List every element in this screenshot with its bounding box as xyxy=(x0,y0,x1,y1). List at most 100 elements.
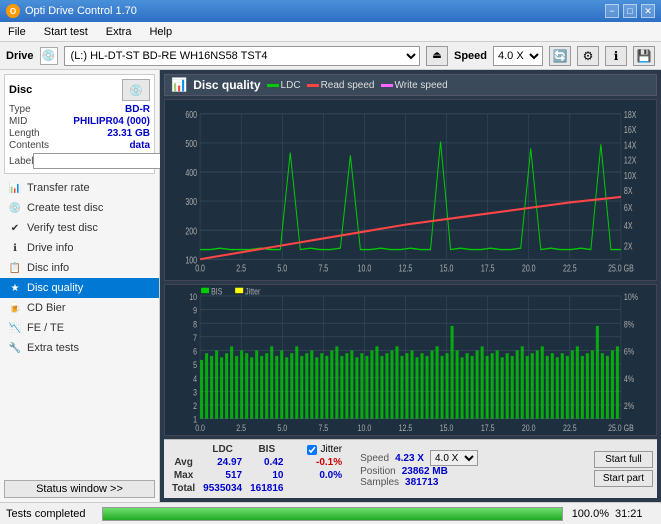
speed-info-area: Speed 4.23 X 4.0 X Position 23862 MB Sam… xyxy=(360,450,478,488)
sidebar-item-fe-te[interactable]: 📉 FE / TE xyxy=(0,318,159,338)
disc-icon-btn[interactable]: 💿 xyxy=(122,79,150,101)
bis-chart: BIS Jitter 10 9 8 7 6 5 4 3 2 1 10% 8% 6… xyxy=(164,284,657,436)
menu-start-test[interactable]: Start test xyxy=(40,25,92,39)
svg-text:15.0: 15.0 xyxy=(440,263,454,274)
ldc-chart: 600 500 400 300 200 100 18X 16X 14X 12X … xyxy=(164,99,657,281)
stats-table: LDC BIS Jitter Avg 24.97 0.42 -0. xyxy=(168,443,346,495)
ldc-label: LDC xyxy=(281,80,301,91)
svg-text:2.5: 2.5 xyxy=(236,263,246,274)
length-label: Length xyxy=(9,128,40,139)
svg-text:0.0: 0.0 xyxy=(195,263,205,274)
sidebar-item-create-test-disc[interactable]: 💿 Create test disc xyxy=(0,198,159,218)
speed-selector[interactable]: 4.0 X xyxy=(493,46,543,66)
nav-list: 📊 Transfer rate 💿 Create test disc ✔ Ver… xyxy=(0,178,159,476)
eject-button[interactable]: ⏏ xyxy=(426,46,448,66)
app-title: Opti Drive Control 1.70 xyxy=(25,5,137,17)
svg-text:12X: 12X xyxy=(624,155,637,166)
legend-ldc: LDC xyxy=(267,80,301,91)
create-test-disc-icon: 💿 xyxy=(8,201,22,215)
svg-text:16X: 16X xyxy=(624,124,637,135)
mid-value: PHILIPR04 (000) xyxy=(73,116,150,127)
mid-label: MID xyxy=(9,116,27,127)
progress-bar xyxy=(102,507,563,521)
svg-text:6: 6 xyxy=(193,345,197,356)
chart-header-icon: 📊 xyxy=(171,77,187,93)
cd-bier-icon: 🍺 xyxy=(8,301,22,315)
status-window-button[interactable]: Status window >> xyxy=(4,480,155,498)
type-label: Type xyxy=(9,104,31,115)
speed-row: Speed 4.23 X 4.0 X xyxy=(360,450,478,466)
disc-length-row: Length 23.31 GB xyxy=(9,128,150,139)
svg-text:5.0: 5.0 xyxy=(277,422,287,433)
settings-button[interactable]: ⚙ xyxy=(577,46,599,66)
sidebar: Disc 💿 Type BD-R MID PHILIPR04 (000) Len… xyxy=(0,70,160,502)
svg-text:10.0: 10.0 xyxy=(358,422,372,433)
label-input[interactable] xyxy=(33,153,167,169)
disc-label-row: Label ✏ xyxy=(9,153,150,169)
fe-te-icon: 📉 xyxy=(8,321,22,335)
svg-text:Jitter: Jitter xyxy=(245,285,260,296)
label-label: Label xyxy=(9,156,33,167)
svg-text:22.5: 22.5 xyxy=(563,422,577,433)
sidebar-item-drive-info[interactable]: ℹ Drive info xyxy=(0,238,159,258)
bis-chart-svg: BIS Jitter 10 9 8 7 6 5 4 3 2 1 10% 8% 6… xyxy=(165,285,656,435)
disc-title: Disc xyxy=(9,84,32,96)
sidebar-item-transfer-rate[interactable]: 📊 Transfer rate xyxy=(0,178,159,198)
svg-text:6%: 6% xyxy=(624,345,635,356)
svg-text:10: 10 xyxy=(189,291,197,302)
svg-text:5.0: 5.0 xyxy=(277,263,287,274)
length-value: 23.31 GB xyxy=(107,128,150,139)
sidebar-item-cd-bier[interactable]: 🍺 CD Bier xyxy=(0,298,159,318)
contents-value: data xyxy=(129,140,150,151)
sidebar-item-disc-quality[interactable]: ★ Disc quality xyxy=(0,278,159,298)
sidebar-item-extra-tests[interactable]: 🔧 Extra tests xyxy=(0,338,159,358)
svg-text:400: 400 xyxy=(185,167,197,178)
svg-text:10.0: 10.0 xyxy=(358,263,372,274)
max-jitter: 0.0% xyxy=(303,469,346,482)
samples-row: Samples 381713 xyxy=(360,477,478,488)
svg-text:18X: 18X xyxy=(624,109,637,120)
svg-text:25.0 GB: 25.0 GB xyxy=(608,263,634,274)
legend-read-speed: Read speed xyxy=(307,80,375,91)
menu-help[interactable]: Help xyxy=(145,25,176,39)
menu-file[interactable]: File xyxy=(4,25,30,39)
svg-text:2%: 2% xyxy=(624,400,635,411)
start-part-button[interactable]: Start part xyxy=(594,470,653,487)
maximize-button[interactable]: □ xyxy=(623,4,637,18)
svg-text:4X: 4X xyxy=(624,220,633,231)
drive-info-label: Drive info xyxy=(27,242,73,254)
menu-extra[interactable]: Extra xyxy=(102,25,136,39)
info-button[interactable]: ℹ xyxy=(605,46,627,66)
close-button[interactable]: ✕ xyxy=(641,4,655,18)
avg-row-label: Avg xyxy=(168,456,199,469)
drive-selector[interactable]: (L:) HL-DT-ST BD-RE WH16NS58 TST4 xyxy=(64,46,420,66)
extra-tests-icon: 🔧 xyxy=(8,341,22,355)
speed-stat-select[interactable]: 4.0 X xyxy=(430,450,478,466)
svg-text:7.5: 7.5 xyxy=(318,422,328,433)
extra-tests-label: Extra tests xyxy=(27,342,79,354)
disc-quality-label: Disc quality xyxy=(27,282,83,294)
disc-contents-row: Contents data xyxy=(9,140,150,151)
samples-value: 381713 xyxy=(405,477,438,488)
content-area: 📊 Disc quality LDC Read speed Write spee… xyxy=(160,70,661,502)
start-full-button[interactable]: Start full xyxy=(594,451,653,468)
max-row-label: Max xyxy=(168,469,199,482)
minimize-button[interactable]: − xyxy=(605,4,619,18)
disc-header: Disc 💿 xyxy=(9,79,150,101)
sidebar-item-verify-test-disc[interactable]: ✔ Verify test disc xyxy=(0,218,159,238)
svg-text:7.5: 7.5 xyxy=(318,263,328,274)
disc-quality-icon: ★ xyxy=(8,281,22,295)
max-ldc: 517 xyxy=(199,469,246,482)
disc-type-row: Type BD-R xyxy=(9,104,150,115)
svg-text:25.0 GB: 25.0 GB xyxy=(608,422,634,433)
refresh-button[interactable]: 🔄 xyxy=(549,46,571,66)
svg-text:0.0: 0.0 xyxy=(195,422,205,433)
titlebar-left: O Opti Drive Control 1.70 xyxy=(6,4,137,18)
save-button[interactable]: 💾 xyxy=(633,46,655,66)
jitter-check-area: Jitter xyxy=(307,444,342,455)
jitter-checkbox[interactable] xyxy=(307,445,317,455)
sidebar-item-disc-info[interactable]: 📋 Disc info xyxy=(0,258,159,278)
cd-bier-label: CD Bier xyxy=(27,302,66,314)
svg-text:2.5: 2.5 xyxy=(236,422,246,433)
svg-text:22.5: 22.5 xyxy=(563,263,577,274)
